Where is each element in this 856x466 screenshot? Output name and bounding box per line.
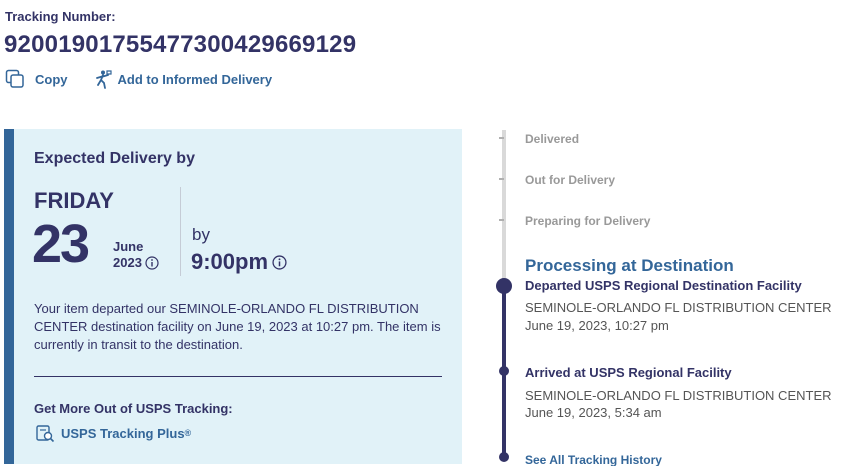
- tracking-plus-icon: [35, 423, 55, 443]
- copy-icon: [4, 68, 26, 90]
- delivery-month: June: [113, 239, 144, 254]
- step-preparing-for-delivery: Preparing for Delivery: [525, 214, 651, 228]
- add-informed-delivery-link[interactable]: Add to Informed Delivery: [92, 68, 273, 90]
- copy-button[interactable]: Copy: [4, 68, 68, 90]
- delivery-date: 23: [32, 214, 90, 274]
- tracking-actions: Copy Add to Informed Delivery: [4, 68, 272, 90]
- step-delivered: Delivered: [525, 132, 580, 146]
- informed-delivery-label: Add to Informed Delivery: [117, 71, 273, 87]
- copy-label: Copy: [35, 71, 68, 87]
- tracking-plus-label: USPS Tracking Plus: [61, 425, 185, 441]
- history-marker: [499, 452, 509, 462]
- step-out-for-delivery: Out for Delivery: [525, 173, 616, 187]
- event-title: Arrived at USPS Regional Facility: [525, 365, 732, 380]
- delivery-year: 2023: [113, 255, 142, 270]
- expected-delivery-heading: Expected Delivery by: [34, 150, 195, 167]
- info-icon[interactable]: [272, 254, 287, 270]
- usps-tracking-plus-link[interactable]: USPS Tracking Plus ®: [35, 423, 191, 443]
- by-label: by: [192, 225, 210, 244]
- current-event-marker: [496, 278, 512, 294]
- delivery-year-row: 2023: [113, 255, 159, 270]
- tracking-label: Tracking Number:: [5, 9, 116, 24]
- event-title: Departed USPS Regional Destination Facil…: [525, 278, 802, 293]
- registered-mark: ®: [184, 428, 192, 438]
- delivery-time: 9:00pm: [191, 249, 269, 274]
- tracking-number: 92001901755477300429669129: [4, 31, 357, 58]
- event-marker: [499, 366, 509, 376]
- event-location: SEMINOLE-ORLANDO FL DISTRIBUTION CENTER: [525, 388, 832, 403]
- delivery-description: Your item departed our SEMINOLE-ORLANDO …: [34, 301, 441, 352]
- timeline-tick: [499, 219, 504, 221]
- timeline-tick: [499, 178, 504, 180]
- event-time: June 19, 2023, 10:27 pm: [525, 318, 669, 333]
- current-status: Processing at Destination: [525, 256, 734, 275]
- panel-divider: [34, 376, 442, 377]
- more-tracking-heading: Get More Out of USPS Tracking:: [34, 401, 233, 416]
- timeline-future-line: [502, 130, 506, 285]
- event-location: SEMINOLE-ORLANDO FL DISTRIBUTION CENTER: [525, 300, 832, 315]
- expected-delivery-panel: Expected Delivery by FRIDAY 23 June 2023…: [4, 129, 462, 464]
- informed-delivery-icon: [92, 68, 114, 90]
- see-all-tracking-history-link[interactable]: See All Tracking History: [525, 453, 662, 466]
- timeline-tick: [499, 137, 504, 139]
- delivery-time-row: 9:00pm: [191, 249, 287, 275]
- delivery-day: FRIDAY: [34, 188, 114, 213]
- date-time-divider: [180, 187, 181, 276]
- event-time: June 19, 2023, 5:34 am: [525, 405, 662, 420]
- info-icon[interactable]: [145, 255, 159, 270]
